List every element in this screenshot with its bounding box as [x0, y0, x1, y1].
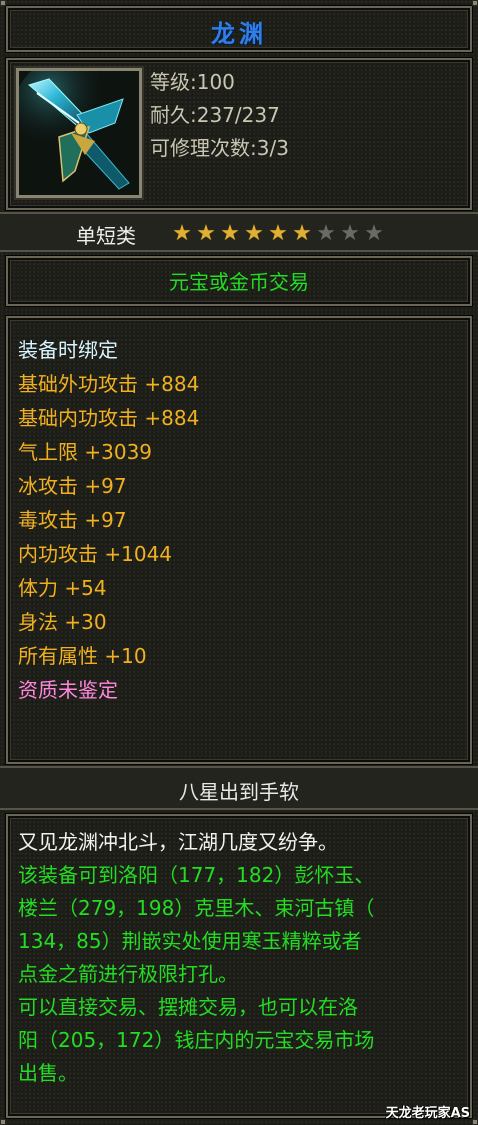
attribute-line: 气上限 +3039: [18, 440, 153, 464]
attribute-line: 所有属性 +10: [18, 644, 147, 668]
item-icon: [16, 68, 142, 198]
trade-note: 元宝或金币交易: [169, 270, 309, 294]
star-filled-icon: ★: [268, 221, 288, 246]
star-filled-icon: ★: [244, 221, 264, 246]
description-line: 点金之箭进行极限打孔。: [18, 962, 238, 986]
attribute-line: 基础内功攻击 +884: [18, 406, 200, 430]
description-text: 又见龙渊冲北斗，江湖几度又纷争。该装备可到洛阳（177，182）彭怀玉、 楼兰（2…: [18, 826, 468, 1090]
corner-rivet: [0, 0, 6, 6]
attribute-line: 基础外功攻击 +884: [18, 372, 200, 396]
star-empty-icon: ★: [316, 221, 336, 246]
blue-dragon-blade-icon: [19, 71, 139, 195]
description-line: 又见龙渊冲北斗，江湖几度又纷争。: [18, 830, 338, 854]
repair-count-stat: 可修理次数:3/3: [150, 136, 289, 160]
description-line: 134，85）荆嵌实处使用寒玉精粹或者: [18, 929, 362, 953]
weapon-category: 单短类: [76, 224, 136, 248]
durability-stat: 耐久:237/237: [150, 103, 280, 127]
corner-rivet: [472, 1119, 478, 1125]
star-rating: ★ ★ ★ ★ ★ ★ ★ ★ ★: [170, 222, 386, 246]
item-tooltip: 龙渊 等级:100 耐久:237/237 可修理次数:3/3 单短类 ★ ★ ★…: [0, 0, 478, 1125]
item-name: 龙渊: [211, 20, 267, 48]
attribute-line: 内功攻击 +1044: [18, 542, 173, 566]
level-stat: 等级:100: [150, 70, 235, 94]
star-filled-icon: ★: [220, 221, 240, 246]
section-title: 八星出到手软: [179, 780, 299, 804]
star-filled-icon: ★: [292, 221, 312, 246]
attribute-line: 资质未鉴定: [18, 678, 118, 702]
star-filled-icon: ★: [196, 221, 216, 246]
star-filled-icon: ★: [172, 221, 192, 246]
watermark: 天龙老玩家AS: [385, 1106, 470, 1121]
attribute-line: 身法 +30: [18, 610, 107, 634]
star-empty-icon: ★: [364, 221, 384, 246]
star-empty-icon: ★: [340, 221, 360, 246]
corner-rivet: [472, 0, 478, 6]
description-line: 该装备可到洛阳（177，182）彭怀玉、: [18, 863, 375, 887]
attribute-line: 冰攻击 +97: [18, 474, 127, 498]
attribute-line: 体力 +54: [18, 576, 107, 600]
description-line: 出售。: [18, 1061, 78, 1085]
description-line: 阳（205，172）钱庄内的元宝交易市场: [18, 1028, 375, 1052]
attribute-line: 毒攻击 +97: [18, 508, 127, 532]
attribute-list: 装备时绑定基础外功攻击 +884 基础内功攻击 +884 气上限 +3039 冰攻击 …: [18, 333, 199, 707]
description-line: 可以直接交易、摆摊交易，也可以在洛: [18, 995, 358, 1019]
corner-rivet: [0, 1119, 6, 1125]
description-line: 楼兰（279，198）克里木、束河古镇（: [18, 896, 375, 920]
attribute-line: 装备时绑定: [18, 338, 118, 362]
